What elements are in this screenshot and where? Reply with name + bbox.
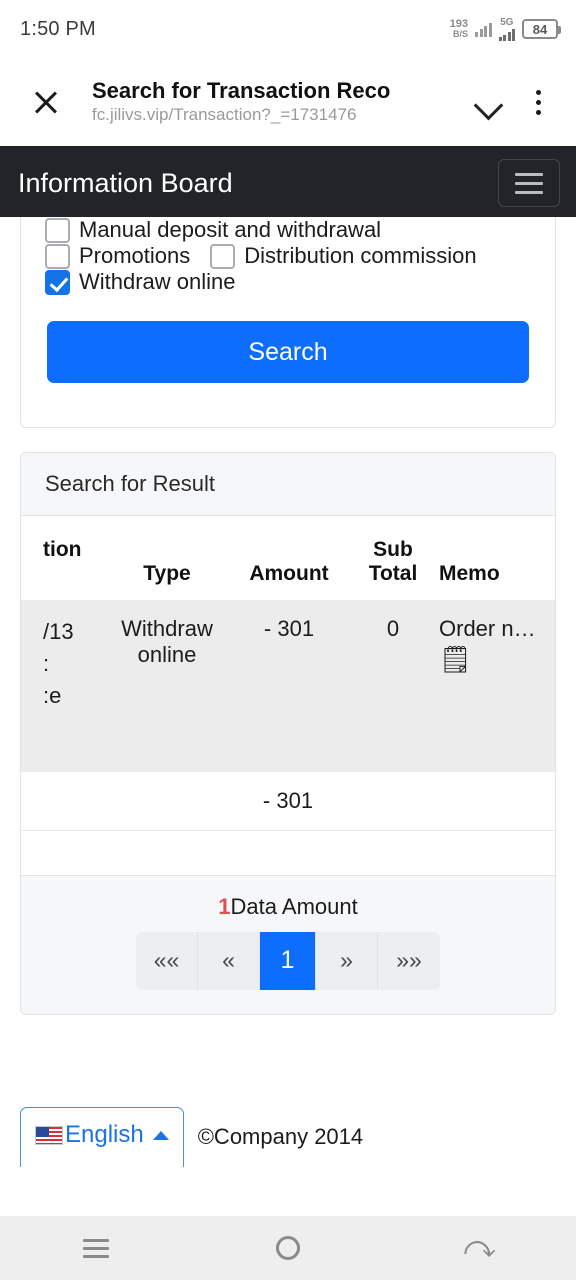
data-amount-count: 1 bbox=[218, 893, 231, 919]
checkbox-box[interactable] bbox=[45, 217, 70, 243]
table-body: /13 : :e Withdraw online - 301 0 Order n… bbox=[21, 600, 555, 772]
card-bottom-padding bbox=[21, 383, 555, 427]
filter-row-1: Manual deposit and withdrawal bbox=[45, 217, 531, 243]
us-flag-icon bbox=[35, 1125, 63, 1145]
column-header-transaction: tion bbox=[43, 538, 82, 561]
page-url: fc.jilivs.vip/Transaction?_=1731476 bbox=[92, 105, 357, 125]
language-selector[interactable]: English bbox=[20, 1106, 184, 1167]
data-amount-label: 1Data Amount bbox=[21, 894, 555, 920]
language-label: English bbox=[65, 1121, 144, 1149]
pagination-first-button[interactable]: «« bbox=[136, 931, 198, 990]
column-header-sub-total: Sub Total bbox=[368, 538, 418, 585]
copyright-text: ©Company 2014 bbox=[197, 1123, 364, 1149]
battery-icon: 84 bbox=[522, 19, 561, 39]
card-gap bbox=[0, 428, 576, 452]
android-status-bar: 1:50 PM 193 B/S 5G 84 bbox=[0, 0, 576, 58]
filter-row-2: Promotions Distribution commission bbox=[45, 243, 531, 269]
pagination-prev-button[interactable]: « bbox=[198, 931, 260, 990]
pagination-bar: 1Data Amount «« « 1 » »» bbox=[21, 874, 555, 1014]
table-head: tion Type Amount Sub Total Memo bbox=[21, 516, 555, 600]
checkbox-box-checked[interactable] bbox=[45, 269, 70, 295]
cell-sub-total: 0 bbox=[386, 616, 400, 641]
table-bottom-padding bbox=[21, 830, 555, 875]
android-nav-bar: ⤺ bbox=[0, 1216, 576, 1280]
cell-transaction: /13 : :e bbox=[21, 600, 107, 728]
checkbox-label: Withdraw online bbox=[79, 269, 236, 294]
home-icon[interactable] bbox=[253, 1225, 323, 1271]
browser-toolbar: Search for Transaction Reco fc.jilivs.vi… bbox=[0, 58, 576, 146]
cell-memo[interactable]: Order n… 🗒 bbox=[435, 600, 555, 728]
page-title: Search for Transaction Reco bbox=[92, 77, 391, 103]
data-amount-text: Data Amount bbox=[230, 893, 358, 919]
transaction-line-2: : bbox=[43, 650, 50, 676]
network-type-label: 5G bbox=[500, 16, 514, 28]
page-footer: English ©Company 2014 bbox=[0, 1106, 576, 1167]
table-row[interactable]: /13 : :e Withdraw online - 301 0 Order n… bbox=[21, 600, 555, 728]
memo-text: Order n… bbox=[439, 616, 536, 641]
cell-amount: - 301 bbox=[263, 616, 315, 641]
close-icon[interactable] bbox=[24, 80, 68, 124]
result-table: tion Type Amount Sub Total Memo /13 : :e bbox=[21, 516, 555, 831]
network-speed-unit: B/S bbox=[452, 29, 468, 40]
filter-checkbox-group: Manual deposit and withdrawal Promotions… bbox=[21, 217, 555, 299]
table-foot: - 301 bbox=[21, 771, 555, 831]
total-amount: - 301 bbox=[21, 771, 555, 830]
checkbox-distribution-commission[interactable]: Distribution commission bbox=[210, 243, 477, 269]
more-options-icon[interactable] bbox=[516, 79, 560, 125]
checkbox-box[interactable] bbox=[45, 243, 70, 269]
battery-level: 84 bbox=[532, 21, 548, 37]
checkbox-label: Manual deposit and withdrawal bbox=[79, 217, 382, 242]
column-header-memo: Memo bbox=[439, 562, 500, 585]
app-navbar: Information Board bbox=[0, 146, 576, 220]
back-icon[interactable]: ⤺ bbox=[445, 1225, 515, 1271]
column-header-amount: Amount bbox=[249, 562, 329, 585]
hamburger-menu-icon[interactable] bbox=[498, 159, 560, 207]
table-total-row: - 301 bbox=[21, 771, 555, 830]
network-speed-indicator: 193 B/S bbox=[450, 18, 468, 40]
pagination-next-button[interactable]: » bbox=[316, 931, 378, 990]
pagination-page-1-button[interactable]: 1 bbox=[260, 931, 316, 990]
result-card-header: Search for Result bbox=[21, 453, 555, 516]
note-icon[interactable]: 🗒 bbox=[439, 644, 551, 675]
cell-type: Withdraw online bbox=[121, 616, 213, 667]
transaction-line-1: /13 bbox=[43, 619, 74, 644]
status-time: 1:50 PM bbox=[20, 17, 96, 40]
checkbox-promotions[interactable]: Promotions bbox=[45, 243, 190, 269]
address-block[interactable]: Search for Transaction Reco fc.jilivs.vi… bbox=[72, 77, 462, 127]
checkbox-withdraw-online[interactable]: Withdraw online bbox=[45, 269, 236, 295]
transaction-line-3: :e bbox=[43, 682, 62, 708]
search-result-card: Search for Result tion Type Amount Sub T… bbox=[20, 452, 556, 1015]
chevron-down-icon[interactable] bbox=[466, 79, 512, 125]
checkbox-manual-deposit[interactable]: Manual deposit and withdrawal bbox=[45, 217, 381, 243]
table-header-row: tion Type Amount Sub Total Memo bbox=[21, 516, 555, 600]
column-header-type: Type bbox=[143, 562, 191, 585]
caret-up-icon bbox=[152, 1130, 169, 1140]
pagination-buttons: «« « 1 » »» bbox=[136, 931, 440, 990]
result-table-scroll[interactable]: tion Type Amount Sub Total Memo /13 : :e bbox=[21, 516, 555, 875]
signal-bars-icon bbox=[475, 22, 492, 37]
app-title: Information Board bbox=[18, 167, 233, 198]
table-row-spacer bbox=[21, 727, 555, 772]
status-indicators: 193 B/S 5G 84 bbox=[450, 16, 561, 41]
checkbox-label: Distribution commission bbox=[244, 243, 477, 268]
checkbox-box[interactable] bbox=[210, 243, 236, 269]
search-filter-card: Manual deposit and withdrawal Promotions… bbox=[20, 217, 556, 428]
network-type-icon: 5G bbox=[498, 16, 515, 41]
footer-gap bbox=[0, 1015, 576, 1107]
filter-row-3: Withdraw online bbox=[45, 269, 531, 295]
search-button[interactable]: Search bbox=[47, 321, 529, 383]
checkbox-label: Promotions bbox=[79, 243, 191, 268]
pagination-last-button[interactable]: »» bbox=[378, 931, 440, 990]
recents-icon[interactable] bbox=[61, 1225, 131, 1271]
page-content: Manual deposit and withdrawal Promotions… bbox=[0, 217, 576, 1280]
